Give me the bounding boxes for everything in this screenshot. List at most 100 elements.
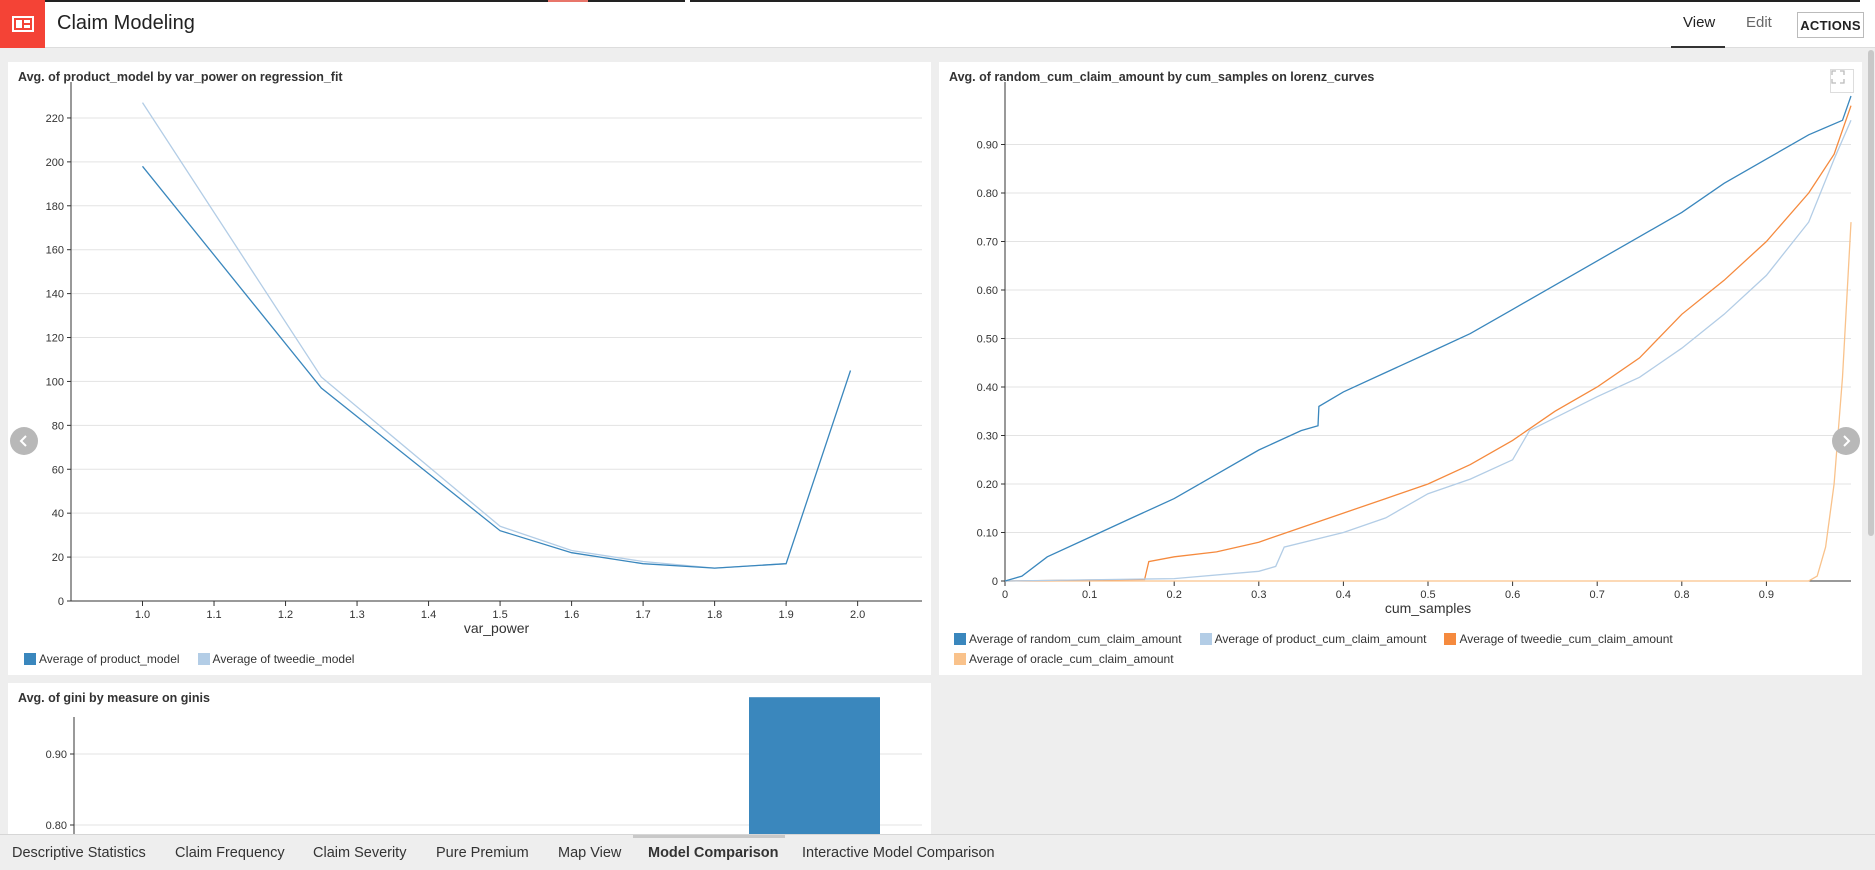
y-tick-label: 0.10	[977, 528, 998, 540]
tab-interactive-model-comparison[interactable]: Interactive Model Comparison	[802, 845, 995, 861]
edit-tab[interactable]: Edit	[1746, 14, 1772, 31]
y-tick-label: 0.90	[46, 749, 67, 761]
series-line	[141, 165, 852, 569]
chart-legend: Average of random_cum_claim_amount Avera…	[954, 632, 1854, 672]
y-tick-label: 220	[46, 113, 64, 125]
series-line	[1005, 222, 1852, 582]
tab-model-comparison[interactable]: Model Comparison	[648, 845, 779, 861]
y-tick-label: 0.20	[977, 479, 998, 491]
carousel-next-button[interactable]	[1832, 427, 1860, 455]
legend-swatch	[1444, 633, 1457, 645]
x-tick-label: 0.3	[1251, 589, 1266, 601]
chart-legend: Average of product_model Average of twee…	[24, 652, 372, 672]
x-tick-label: 1.7	[635, 609, 650, 621]
x-tick-label: 0	[1002, 589, 1008, 601]
legend-swatch	[197, 653, 210, 665]
lorenz-curves-chart-panel: Avg. of random_cum_claim_amount by cum_s…	[939, 62, 1862, 675]
actions-button[interactable]: ACTIONS	[1797, 12, 1864, 38]
series-line	[1004, 120, 1852, 582]
y-tick-label: 0.70	[977, 237, 998, 249]
page-title: Claim Modeling	[57, 12, 195, 34]
slide-tabs-bar: Descriptive Statistics Claim Frequency C…	[0, 834, 1875, 870]
y-tick-label: 20	[52, 552, 64, 564]
view-tab[interactable]: View	[1683, 14, 1715, 31]
legend-item[interactable]: Average of tweedie_model	[197, 652, 355, 666]
legend-swatch	[1199, 633, 1212, 645]
bar	[749, 697, 880, 834]
x-tick-label: 1.1	[206, 609, 221, 621]
x-tick-label: 1.6	[564, 609, 579, 621]
top-progress-line	[45, 0, 685, 2]
x-tick-label: 0.4	[1336, 589, 1351, 601]
x-tick-label: 1.2	[278, 609, 293, 621]
x-tick-label: 0.9	[1759, 589, 1774, 601]
vertical-scrollbar[interactable]	[1868, 50, 1874, 536]
ginis-chart-panel: Avg. of gini by measure on ginis 0.80 0.9…	[8, 683, 931, 834]
view-tab-underline	[1671, 46, 1725, 48]
y-tick-label: 160	[46, 245, 64, 257]
y-tick-label: 80	[52, 420, 64, 432]
y-tick-label: 200	[46, 157, 64, 169]
legend-label: Average of product_cum_claim_amount	[1214, 632, 1427, 646]
x-tick-label: 0.1	[1082, 589, 1097, 601]
y-tick-label: 40	[52, 508, 64, 520]
legend-swatch	[24, 653, 36, 665]
tab-claim-frequency[interactable]: Claim Frequency	[175, 845, 285, 861]
chevron-right-icon	[1843, 435, 1851, 447]
y-tick-label: 0	[58, 596, 64, 608]
x-tick-label: 1.0	[135, 609, 150, 621]
legend-label: Average of tweedie_cum_claim_amount	[1459, 632, 1673, 646]
y-tick-label: 140	[46, 289, 64, 301]
ginis-chart: 0.80 0.90	[46, 697, 922, 834]
active-tab-indicator	[633, 835, 785, 838]
x-tick-label: 1.4	[421, 609, 436, 621]
top-progress-highlight	[548, 0, 588, 2]
x-tick-label: 2.0	[850, 609, 865, 621]
legend-label: Average of tweedie_model	[212, 652, 355, 666]
series-line	[141, 102, 787, 569]
x-axis-label: var_power	[464, 620, 530, 636]
tab-map-view[interactable]: Map View	[558, 845, 621, 861]
y-tick-label: 180	[46, 201, 64, 213]
y-tick-label: 0.40	[977, 382, 998, 394]
legend-item[interactable]: Average of tweedie_cum_claim_amount	[1444, 632, 1673, 646]
dashboard-logo-icon[interactable]	[0, 0, 45, 48]
legend-item[interactable]: Average of random_cum_claim_amount	[954, 632, 1182, 646]
regression-fit-chart-panel: Avg. of product_model by var_power on re…	[8, 62, 931, 675]
y-tick-label: 0.30	[977, 431, 998, 443]
legend-item[interactable]: Average of product_model	[24, 652, 180, 666]
x-tick-label: 1.9	[778, 609, 793, 621]
y-tick-label: 0.50	[977, 334, 998, 346]
legend-swatch	[954, 633, 966, 645]
x-axis-label: cum_samples	[1385, 600, 1471, 616]
x-tick-label: 0.7	[1590, 589, 1605, 601]
chevron-left-icon	[19, 435, 27, 447]
y-tick-label: 0.60	[977, 285, 998, 297]
app-root: Claim Modeling View Edit ACTIONS Avg. of…	[0, 0, 1875, 870]
y-tick-label: 0	[992, 576, 998, 588]
y-tick-label: 0.80	[46, 820, 67, 832]
legend-item[interactable]: Average of oracle_cum_claim_amount	[954, 652, 1174, 666]
top-bar: Claim Modeling View Edit ACTIONS	[0, 0, 1875, 48]
y-tick-label: 0.80	[977, 188, 998, 200]
carousel-prev-button[interactable]	[10, 427, 38, 455]
x-tick-label: 0.2	[1167, 589, 1182, 601]
series-line	[1004, 105, 1852, 582]
y-tick-label: 60	[52, 464, 64, 476]
x-tick-label: 1.3	[349, 609, 364, 621]
legend-swatch	[954, 653, 966, 665]
x-tick-label: 0.6	[1505, 589, 1520, 601]
regression-fit-chart: 0 20 40 60 80 100 120 140 160 180 200 220 1.0 1.1 1.2 1…	[46, 82, 922, 636]
y-tick-label: 120	[46, 333, 64, 345]
tab-descriptive-statistics[interactable]: Descriptive Statistics	[12, 845, 146, 861]
legend-label: Average of product_model	[39, 652, 180, 666]
legend-item[interactable]: Average of product_cum_claim_amount	[1199, 632, 1427, 646]
legend-label: Average of oracle_cum_claim_amount	[969, 652, 1174, 666]
y-tick-label: 0.90	[977, 140, 998, 152]
tab-pure-premium[interactable]: Pure Premium	[436, 845, 529, 861]
lorenz-curves-chart: 0 0.10 0.20 0.30 0.40 0.50 0.60 0.70 0.80 0.90 0 0.…	[977, 82, 1852, 616]
x-tick-label: 1.8	[707, 609, 722, 621]
tab-claim-severity[interactable]: Claim Severity	[313, 845, 406, 861]
legend-label: Average of random_cum_claim_amount	[969, 632, 1182, 646]
x-tick-label: 0.8	[1674, 589, 1689, 601]
